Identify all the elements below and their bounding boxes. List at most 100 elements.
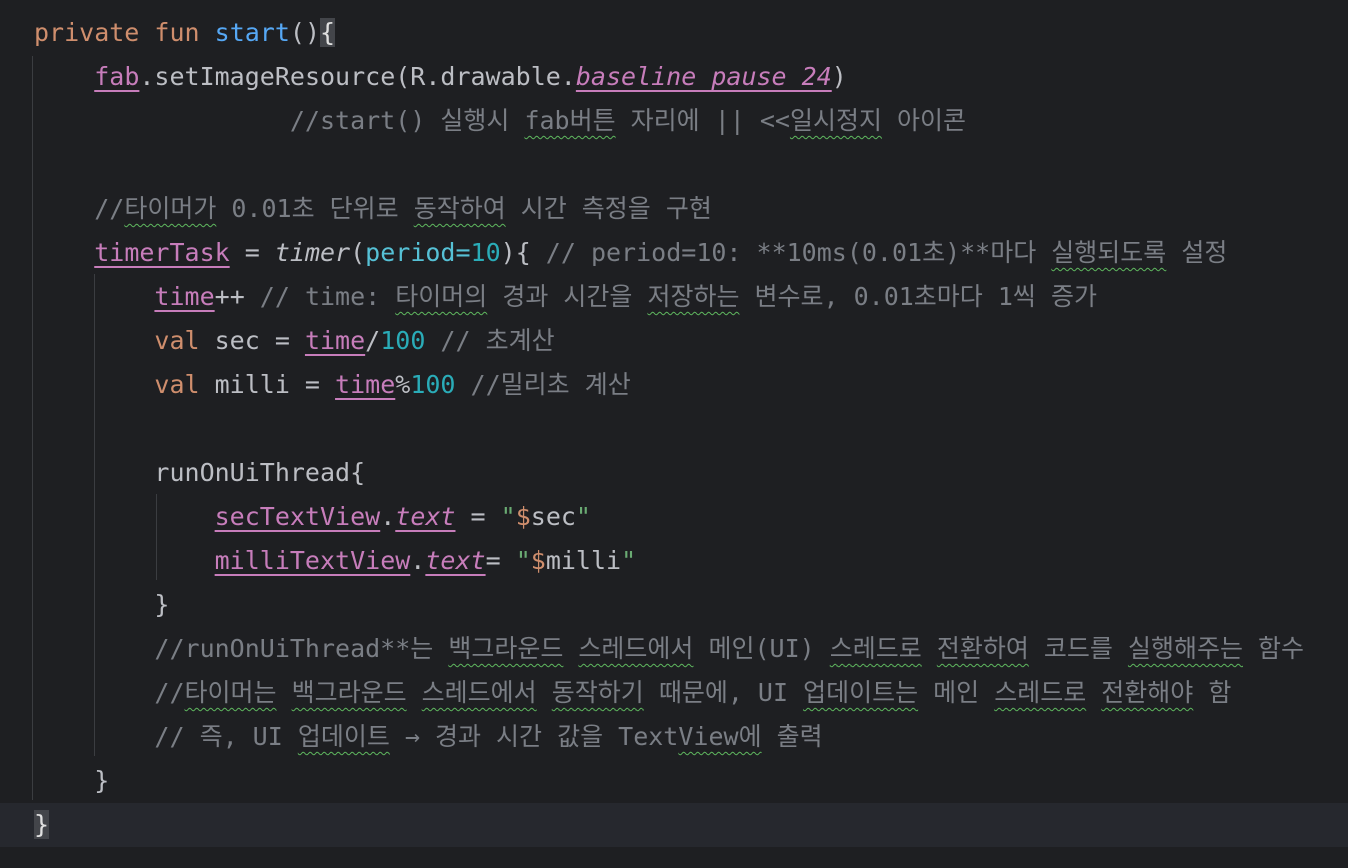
code-token: 변수로, 0.01초마다 1씩 증가	[739, 282, 1097, 311]
code-token: 아이콘	[881, 106, 967, 135]
code-token: 메인	[918, 678, 995, 707]
code-token: // 즉, UI	[34, 722, 298, 751]
code-token: timerTask	[94, 238, 230, 267]
code-line-4[interactable]	[0, 143, 1348, 187]
code-token: )	[831, 62, 847, 91]
code-line-18[interactable]: }	[0, 759, 1348, 803]
code-line-19[interactable]: }	[0, 803, 1348, 847]
code-token: 스레드로	[994, 678, 1087, 707]
code-token: .	[410, 546, 426, 575]
code-token: 실행되도록	[1051, 238, 1167, 267]
code-token: time	[335, 370, 396, 399]
code-token: 100	[410, 370, 456, 399]
code-token: 때문에, UI	[643, 678, 804, 707]
code-token: 타이머는	[184, 678, 277, 707]
code-token: fun	[154, 18, 200, 47]
code-token: 자리에 || <<	[615, 106, 790, 135]
code-token: 백그라운드	[291, 678, 407, 707]
code-token: //	[34, 194, 125, 223]
code-token: milliTextView	[214, 546, 411, 575]
code-token: 시간 측정을 구현	[505, 194, 712, 223]
code-token: .	[380, 502, 396, 531]
code-token: ){	[500, 238, 531, 267]
code-token: 코드를	[1028, 634, 1128, 663]
code-token: // period=10: **10ms(0.01초)**마다	[530, 238, 1052, 267]
code-token: %	[395, 370, 411, 399]
code-token: /	[365, 326, 381, 355]
code-token: period=	[365, 238, 471, 267]
code-line-12[interactable]: secTextView.text = "$sec"	[0, 495, 1348, 539]
code-token: milli =	[199, 370, 336, 399]
code-token: ++	[214, 282, 245, 311]
code-token: 저장하는	[647, 282, 740, 311]
code-token: text	[395, 502, 456, 531]
code-token: 타이머의	[395, 282, 488, 311]
code-token: fab버튼	[524, 106, 616, 135]
code-line-9[interactable]: val milli = time%100 //밀리초 계산	[0, 363, 1348, 407]
code-editor[interactable]: private fun start(){ fab.setImageResourc…	[0, 0, 1348, 868]
code-token: 일시정지	[789, 106, 882, 135]
code-token: 전환하여	[936, 634, 1029, 663]
code-token: → 경과 시간 값을 Text	[389, 722, 679, 751]
code-token: 스레드에서	[578, 634, 694, 663]
code-token: {	[320, 18, 336, 47]
code-token: 스레드에서	[421, 678, 537, 707]
code-token: // time:	[244, 282, 396, 311]
code-line-10[interactable]	[0, 407, 1348, 451]
code-token: start	[214, 18, 290, 47]
code-token: =	[455, 502, 501, 531]
code-line-13[interactable]: milliTextView.text= "$milli"	[0, 539, 1348, 583]
code-token: }	[34, 766, 110, 795]
code-token: 메인(UI)	[693, 634, 830, 663]
code-line-7[interactable]: time++ // time: 타이머의 경과 시간을 저장하는 변수로, 0.…	[0, 275, 1348, 319]
code-token: 스레드로	[829, 634, 922, 663]
code-token: 업데이트	[297, 722, 390, 751]
code-line-6[interactable]: timerTask = timer(period=10){ // period=…	[0, 231, 1348, 275]
code-token: baseline_pause_24	[575, 62, 832, 91]
code-token: time	[154, 282, 215, 311]
code-token: 업데이트는	[803, 678, 919, 707]
code-token: 설정	[1166, 238, 1228, 267]
code-line-8[interactable]: val sec = time/100 // 초계산	[0, 319, 1348, 363]
code-line-11[interactable]: runOnUiThread{	[0, 451, 1348, 495]
code-token: 동작하기	[551, 678, 644, 707]
code-token: 백그라운드	[448, 634, 564, 663]
code-token: ()	[289, 18, 321, 47]
code-line-16[interactable]: //타이머는 백그라운드 스레드에서 동작하기 때문에, UI 업데이트는 메인…	[0, 671, 1348, 715]
code-token: 함수	[1242, 634, 1305, 663]
code-token: "	[500, 502, 516, 531]
code-line-3[interactable]: //start() 실행시 fab버튼 자리에 || <<일시정지 아이콘	[0, 99, 1348, 143]
code-token: =	[485, 546, 516, 575]
code-token: 0.01초 단위로	[216, 194, 414, 223]
code-token: private	[34, 18, 140, 47]
code-line-5[interactable]: //타이머가 0.01초 단위로 동작하여 시간 측정을 구현	[0, 187, 1348, 231]
code-token: timer	[274, 238, 351, 267]
code-token: $	[515, 502, 531, 531]
code-token: 100	[380, 326, 426, 355]
code-token: 타이머가	[124, 194, 217, 223]
code-token: }	[34, 590, 170, 619]
code-token: 전환해야	[1101, 678, 1194, 707]
code-token: //밀리초 계산	[455, 370, 631, 399]
code-token: 10	[470, 238, 501, 267]
code-line-1[interactable]: private fun start(){	[0, 11, 1348, 55]
code-token: 함	[1193, 678, 1232, 707]
code-token: text	[425, 546, 486, 575]
code-token: "	[515, 546, 531, 575]
code-token: runOnUiThread{	[34, 458, 366, 487]
code-line-17[interactable]: // 즉, UI 업데이트 → 경과 시간 값을 TextView에 출력	[0, 715, 1348, 759]
code-token: milli	[545, 546, 622, 575]
code-line-14[interactable]: }	[0, 583, 1348, 627]
code-token: (	[350, 238, 366, 267]
code-line-2[interactable]: fab.setImageResource(R.drawable.baseline…	[0, 55, 1348, 99]
code-line-15[interactable]: //runOnUiThread**는 백그라운드 스레드에서 메인(UI) 스레…	[0, 627, 1348, 671]
